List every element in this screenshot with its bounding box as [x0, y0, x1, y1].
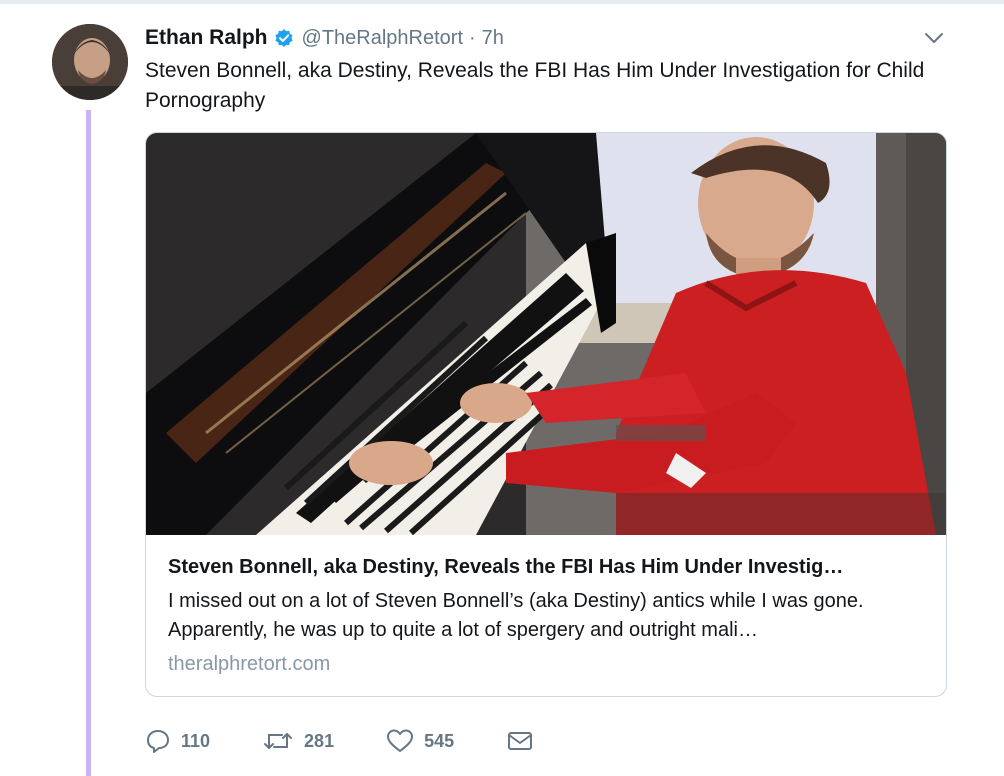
top-divider [0, 0, 1004, 4]
tweet-actions: 110 281 545 [145, 726, 586, 756]
separator-dot: · [469, 26, 476, 49]
reply-count: 110 [181, 730, 211, 751]
reply-button[interactable]: 110 [145, 728, 210, 754]
heart-icon [386, 728, 414, 754]
card-description: I missed out on a lot of Steven Bonnell’… [168, 590, 864, 641]
direct-message-button[interactable] [506, 729, 534, 753]
tweet-time[interactable]: 7h [482, 27, 504, 50]
chevron-down-icon[interactable] [922, 28, 946, 48]
retweet-count: 281 [304, 730, 335, 751]
author-avatar[interactable] [52, 24, 128, 100]
card-title[interactable]: Steven Bonnell, aka Destiny, Reveals the… [168, 553, 928, 581]
avatar-image [52, 24, 128, 100]
card-image [146, 133, 946, 535]
retweet-icon [262, 728, 294, 754]
tweet-header: Ethan Ralph @TheRalphRetort · 7h [145, 24, 504, 52]
link-card[interactable]: Steven Bonnell, aka Destiny, Reveals the… [145, 132, 947, 697]
verified-badge-icon [274, 28, 294, 48]
like-button[interactable]: 545 [386, 728, 454, 754]
retweet-button[interactable]: 281 [262, 728, 334, 754]
thread-line [86, 110, 91, 776]
author-handle[interactable]: @TheRalphRetort [302, 27, 463, 50]
reply-icon [145, 728, 171, 754]
mail-icon [506, 729, 534, 753]
card-body: Steven Bonnell, aka Destiny, Reveals the… [168, 553, 928, 679]
card-domain[interactable]: theralphretort.com [168, 649, 928, 679]
like-count: 545 [424, 730, 455, 751]
author-name[interactable]: Ethan Ralph [145, 26, 268, 50]
tweet-text: Steven Bonnell, aka Destiny, Reveals the… [145, 59, 925, 112]
